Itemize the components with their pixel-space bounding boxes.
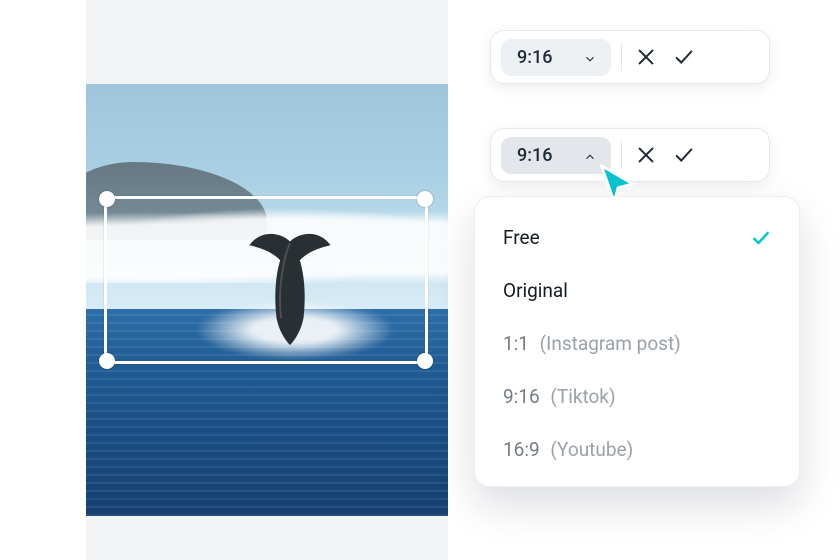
option-sublabel: (Instagram post) [535,332,681,355]
close-icon [635,144,657,166]
confirm-button[interactable] [670,141,698,169]
option-sublabel: (Tiktok) [546,385,616,408]
check-icon [673,144,695,166]
aspect-ratio-option[interactable]: 1:1 (Instagram post) [475,317,799,370]
chevron-up-icon [583,148,597,162]
confirm-button[interactable] [670,43,698,71]
divider [621,43,622,71]
cancel-button[interactable] [632,43,660,71]
divider [621,141,622,169]
check-icon [673,46,695,68]
aspect-ratio-option[interactable]: 16:9 (Youtube) [475,423,799,476]
aspect-ratio-dropdown-button[interactable]: 9:16 [501,137,611,174]
option-label: 16:9 [503,438,540,461]
option-label: Original [503,279,568,302]
chevron-down-icon [583,50,597,64]
aspect-ratio-option[interactable]: Free [475,211,799,264]
aspect-ratio-control-closed: 9:16 [490,30,770,84]
image-panel [86,0,448,560]
crop-frame[interactable] [104,196,428,364]
crop-handle-top-left[interactable] [99,191,115,207]
aspect-ratio-dropdown-button[interactable]: 9:16 [501,39,611,76]
aspect-ratio-value: 9:16 [517,47,552,68]
crop-handle-top-right[interactable] [417,191,433,207]
option-label: 9:16 [503,385,540,408]
aspect-ratio-option[interactable]: Original [475,264,799,317]
selected-check-icon [751,228,771,248]
cancel-button[interactable] [632,141,660,169]
crop-handle-bottom-left[interactable] [99,353,115,369]
aspect-ratio-dropdown: FreeOriginal1:1 (Instagram post)9:16 (Ti… [474,196,800,487]
crop-handle-bottom-right[interactable] [417,353,433,369]
close-icon [635,46,657,68]
option-label: 1:1 [503,332,529,355]
aspect-ratio-option[interactable]: 9:16 (Tiktok) [475,370,799,423]
option-sublabel: (Youtube) [546,438,634,461]
option-label: Free [503,226,540,249]
aspect-ratio-control-open: 9:16 [490,128,770,182]
aspect-ratio-value: 9:16 [517,145,552,166]
